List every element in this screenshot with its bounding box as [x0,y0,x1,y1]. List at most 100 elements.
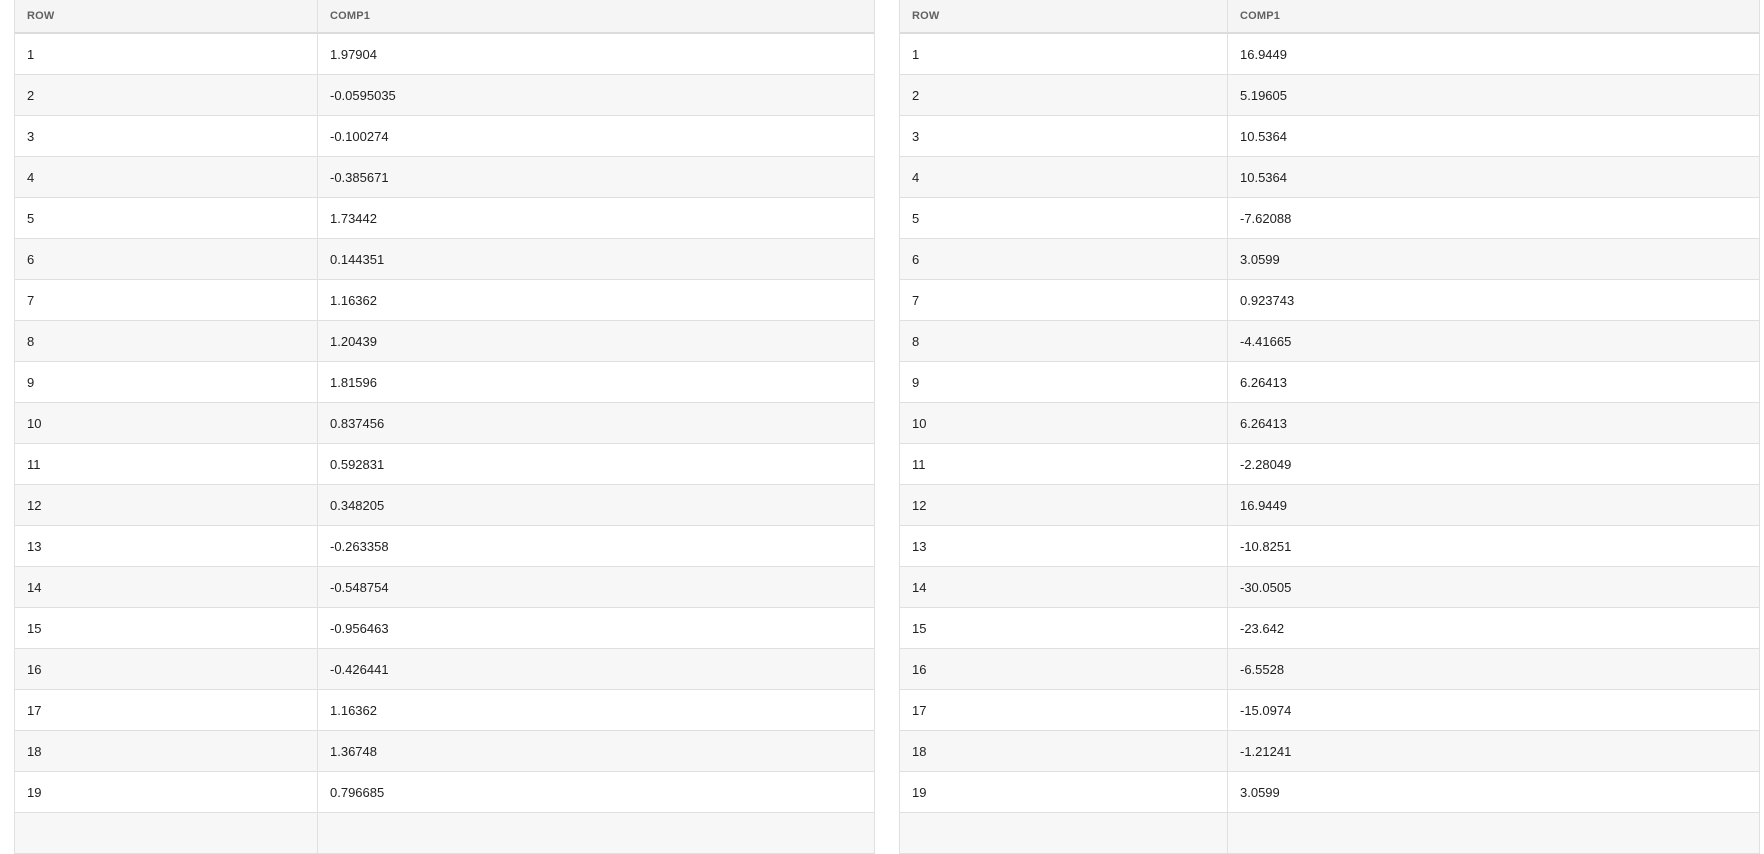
table-row[interactable]: 6 0.144351 [15,239,874,280]
comp1-value-cell: 0.144351 [330,251,385,267]
table-row[interactable]: 17 1.16362 [15,690,874,731]
row-number-cell: 3 [15,116,318,156]
table-row[interactable] [900,813,1759,854]
comp1-value-cell: 1.97904 [330,46,377,62]
table-row[interactable]: 13 -10.8251 [900,526,1759,567]
row-number-cell: 19 [15,772,318,812]
table-row[interactable]: 11 0.592831 [15,444,874,485]
table-row[interactable]: 2 -0.0595035 [15,75,874,116]
table-row[interactable]: 5 -7.62088 [900,198,1759,239]
row-number-cell: 17 [900,690,1228,730]
row-number-cell: 10 [900,403,1228,443]
row-number-cell: 15 [15,608,318,648]
table-row[interactable]: 5 1.73442 [15,198,874,239]
column-header-row[interactable]: ROW [900,0,1228,32]
row-number-cell: 2 [15,75,318,115]
table-row[interactable]: 16 -0.426441 [15,649,874,690]
row-number-cell [15,813,318,853]
table-row[interactable]: 10 0.837456 [15,403,874,444]
table-row[interactable]: 12 0.348205 [15,485,874,526]
comp1-value-cell: 1.36748 [330,743,377,759]
column-header-row[interactable]: ROW [15,0,318,32]
table-row[interactable]: 14 -30.0505 [900,567,1759,608]
table-header: ROW COMP1 [15,0,874,34]
row-number-cell: 15 [900,608,1228,648]
row-number-cell: 9 [15,362,318,402]
comp1-value-cell: 3.0599 [1240,784,1280,800]
table-row[interactable]: 18 1.36748 [15,731,874,772]
column-header-comp1[interactable]: COMP1 [318,0,874,32]
table-row[interactable]: 1 16.9449 [900,34,1759,75]
comp1-value-cell: 0.923743 [1240,292,1295,308]
table-row[interactable]: 9 6.26413 [900,362,1759,403]
table-row[interactable]: 8 -4.41665 [900,321,1759,362]
table-row[interactable]: 1 1.97904 [15,34,874,75]
row-number-cell: 1 [900,34,1228,74]
comp1-value-cell: -0.385671 [330,169,389,185]
table-row[interactable]: 14 -0.548754 [15,567,874,608]
row-number-cell: 13 [900,526,1228,566]
comp1-value-cell: 0.796685 [330,784,385,800]
row-number-cell: 8 [15,321,318,361]
row-number-cell: 9 [900,362,1228,402]
table-row[interactable]: 2 5.19605 [900,75,1759,116]
comp1-value-cell [1228,813,1759,853]
row-number-cell: 7 [15,280,318,320]
table-row[interactable]: 3 -0.100274 [15,116,874,157]
table-row[interactable]: 19 3.0599 [900,772,1759,813]
comp1-value-cell: 0.348205 [330,497,385,513]
comp1-value-cell: -0.548754 [330,579,389,595]
table-row[interactable]: 3 10.5364 [900,116,1759,157]
comp1-value-cell: 1.81596 [330,374,377,390]
comp1-value-cell: -23.642 [1240,620,1285,636]
comp1-value-cell: 1.16362 [330,292,377,308]
table-row[interactable]: 6 3.0599 [900,239,1759,280]
row-number-cell: 11 [15,444,318,484]
table-row[interactable]: 18 -1.21241 [900,731,1759,772]
comp1-value-cell: 6.26413 [1240,415,1287,431]
row-number-cell: 8 [900,321,1228,361]
comp1-value-cell: -0.0595035 [330,87,396,103]
comp1-value-cell: 5.19605 [1240,87,1287,103]
row-number-cell: 4 [15,157,318,197]
comp1-value-cell: 0.592831 [330,456,385,472]
row-number-cell: 19 [900,772,1228,812]
comp1-value-cell: -0.263358 [330,538,389,554]
row-number-cell: 4 [900,157,1228,197]
table-row[interactable]: 15 -23.642 [900,608,1759,649]
column-header-comp1[interactable]: COMP1 [1228,0,1759,32]
table-row[interactable]: 7 1.16362 [15,280,874,321]
table-row[interactable]: 11 -2.28049 [900,444,1759,485]
table-row[interactable]: 9 1.81596 [15,362,874,403]
table-row[interactable]: 4 -0.385671 [15,157,874,198]
comp1-value-cell [318,813,874,853]
table-row[interactable]: 12 16.9449 [900,485,1759,526]
table-header: ROW COMP1 [900,0,1759,34]
table-row[interactable]: 13 -0.263358 [15,526,874,567]
row-number-cell: 16 [900,649,1228,689]
table-row[interactable] [15,813,874,854]
comp1-value-cell: -15.0974 [1240,702,1292,718]
row-number-cell: 17 [15,690,318,730]
comp1-value-cell: 6.26413 [1240,374,1287,390]
row-number-cell: 18 [900,731,1228,771]
table-row[interactable]: 19 0.796685 [15,772,874,813]
row-number-cell: 6 [15,239,318,279]
row-number-cell: 14 [900,567,1228,607]
table-row[interactable]: 16 -6.5528 [900,649,1759,690]
comp1-value-cell: 16.9449 [1240,46,1287,62]
row-number-cell: 18 [15,731,318,771]
table-body: 1 1.97904 2 -0.0595035 3 -0.100274 4 -0.385671 5… [15,34,874,854]
row-number-cell: 11 [900,444,1228,484]
table-row[interactable]: 8 1.20439 [15,321,874,362]
results-table-left: ROW COMP1 1 1.97904 2 -0.0595035 3 -0.100274 4… [14,0,875,854]
table-row[interactable]: 7 0.923743 [900,280,1759,321]
comp1-value-cell: 1.20439 [330,333,377,349]
row-number-cell: 12 [15,485,318,525]
comp1-value-cell: -10.8251 [1240,538,1292,554]
table-row[interactable]: 4 10.5364 [900,157,1759,198]
table-row[interactable]: 17 -15.0974 [900,690,1759,731]
table-row[interactable]: 15 -0.956463 [15,608,874,649]
row-number-cell [900,813,1228,853]
table-row[interactable]: 10 6.26413 [900,403,1759,444]
